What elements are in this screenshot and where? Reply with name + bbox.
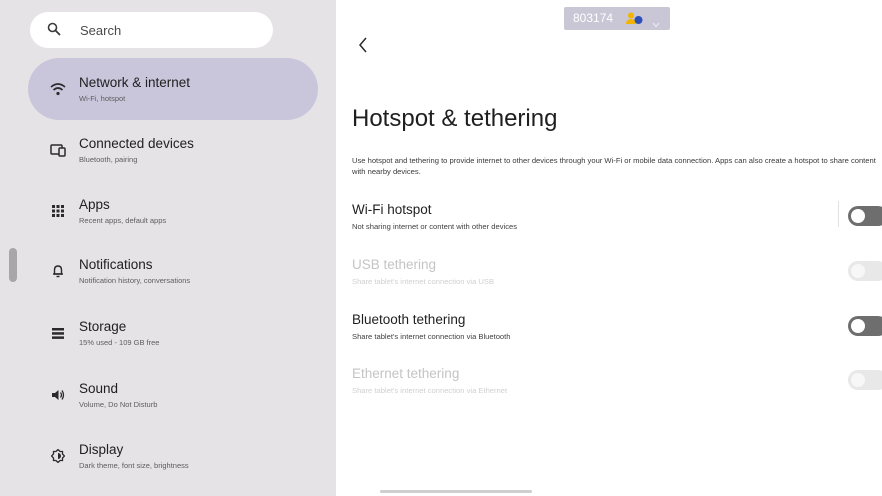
back-button[interactable]	[352, 36, 374, 58]
search-bar[interactable]: Search	[30, 12, 273, 48]
page-description: Use hotspot and tethering to provide int…	[352, 156, 876, 176]
sidebar-item-subtitle: Dark theme, font size, brightness	[79, 461, 189, 470]
sidebar-item-subtitle: Volume, Do Not Disturb	[79, 400, 158, 409]
usb-tethering-row[interactable]: USB tethering Share tablet's internet co…	[336, 253, 882, 297]
apps-grid-icon	[48, 202, 68, 220]
sidebar-item-subtitle: 15% used - 109 GB free	[79, 338, 160, 347]
search-label: Search	[80, 23, 122, 38]
users-icon	[626, 12, 644, 30]
sidebar-item-subtitle: Wi-Fi, hotspot	[79, 94, 126, 103]
switch-thumb	[851, 373, 865, 387]
wifi-icon	[48, 80, 68, 98]
search-icon	[47, 22, 61, 41]
switch-thumb	[851, 264, 865, 278]
sidebar-item-title: Connected devices	[79, 136, 194, 151]
sidebar-item-title: Notifications	[79, 257, 153, 272]
pref-title: Wi-Fi hotspot	[352, 202, 432, 217]
sidebar-item-display[interactable]: Display Dark theme, font size, brightnes…	[28, 425, 318, 487]
sidebar-item-apps[interactable]: Apps Recent apps, default apps	[28, 180, 318, 242]
speaker-icon	[48, 386, 68, 404]
sidebar-item-notifications[interactable]: Notifications Notification history, conv…	[28, 240, 318, 302]
session-code: 803174	[573, 11, 614, 25]
pref-title: Ethernet tethering	[352, 366, 460, 381]
pref-subtitle: Not sharing internet or content with oth…	[352, 222, 518, 231]
sidebar-item-title: Apps	[79, 197, 110, 212]
chevron-down-icon	[652, 15, 660, 33]
pref-subtitle: Share tablet's internet connection via B…	[352, 332, 511, 341]
sidebar-item-title: Network & internet	[79, 75, 191, 90]
navigation-handle[interactable]	[380, 490, 532, 493]
pref-title: USB tethering	[352, 257, 437, 272]
settings-sidebar: Search Network & internet Wi-Fi, hotspot…	[0, 0, 336, 496]
sidebar-item-title: Storage	[79, 319, 127, 334]
wifi-hotspot-row[interactable]: Wi-Fi hotspot Not sharing internet or co…	[336, 198, 882, 242]
usb-tethering-toggle[interactable]	[848, 261, 882, 281]
sidebar-item-network[interactable]: Network & internet Wi-Fi, hotspot	[28, 58, 318, 120]
wifi-hotspot-toggle[interactable]	[848, 206, 882, 226]
bell-icon	[48, 262, 68, 280]
ethernet-tethering-row[interactable]: Ethernet tethering Share tablet's intern…	[336, 362, 882, 406]
detail-pane: 803174 Hotspot & tethering Use hotspot a…	[336, 0, 882, 496]
sidebar-item-subtitle: Bluetooth, pairing	[79, 155, 138, 164]
pref-subtitle: Share tablet's internet connection via U…	[352, 277, 495, 286]
sidebar-item-title: Display	[79, 442, 124, 457]
sidebar-item-subtitle: Recent apps, default apps	[79, 216, 167, 225]
page-title: Hotspot & tethering	[352, 105, 558, 132]
ethernet-tethering-toggle[interactable]	[848, 370, 882, 390]
storage-icon	[48, 324, 68, 342]
bluetooth-tethering-toggle[interactable]	[848, 316, 882, 336]
user-session-pill[interactable]: 803174	[564, 7, 670, 30]
pane-resize-handle[interactable]	[9, 248, 17, 282]
switch-thumb	[851, 319, 865, 333]
sidebar-item-sound[interactable]: Sound Volume, Do Not Disturb	[28, 364, 318, 426]
bluetooth-tethering-row[interactable]: Bluetooth tethering Share tablet's inter…	[336, 308, 882, 352]
display-icon	[48, 447, 68, 465]
back-arrow-icon	[358, 37, 368, 58]
pref-subtitle: Share tablet's internet connection via E…	[352, 386, 508, 395]
sidebar-item-storage[interactable]: Storage 15% used - 109 GB free	[28, 302, 318, 364]
connected-devices-icon	[48, 141, 68, 159]
switch-thumb	[851, 209, 865, 223]
sidebar-item-title: Sound	[79, 381, 119, 396]
pref-title: Bluetooth tethering	[352, 312, 466, 327]
sidebar-item-connected-devices[interactable]: Connected devices Bluetooth, pairing	[28, 119, 318, 181]
sidebar-item-subtitle: Notification history, conversations	[79, 276, 191, 285]
